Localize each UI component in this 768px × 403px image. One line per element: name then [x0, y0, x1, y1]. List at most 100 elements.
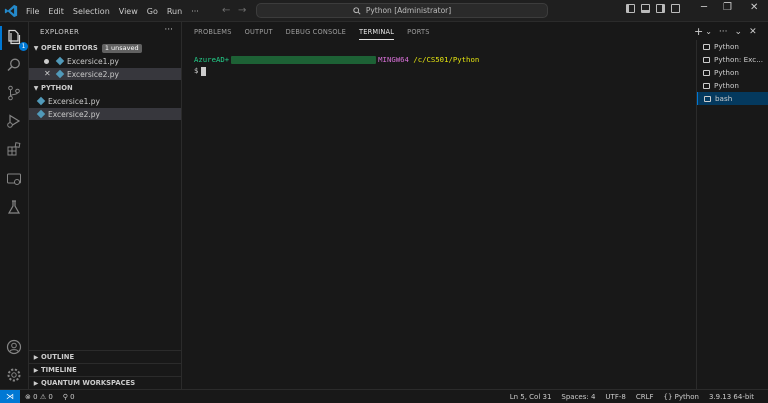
files-icon[interactable]: 1: [5, 28, 28, 51]
python-interpreter[interactable]: 3.9.13 64-bit: [709, 393, 754, 401]
search-icon: [353, 6, 361, 15]
sidebar-title: EXPLORER: [40, 28, 80, 36]
language-mode[interactable]: {} Python: [664, 393, 699, 401]
close-panel-icon[interactable]: ✕: [749, 27, 757, 37]
file-tree-item[interactable]: Excersice1.py: [29, 95, 181, 107]
warning-icon: ⚠: [39, 392, 47, 401]
terminal-path: /c/CS501/Python: [413, 55, 480, 64]
terminal-panel: PROBLEMS OUTPUT DEBUG CONSOLE TERMINAL P…: [182, 22, 768, 389]
new-terminal-plus-icon[interactable]: +: [694, 25, 703, 38]
ports-status[interactable]: ⚲ 0: [63, 393, 75, 401]
python-file-icon: [55, 69, 65, 79]
forward-arrow-icon[interactable]: →: [238, 5, 246, 17]
terminal-list-item[interactable]: Python: [697, 40, 768, 53]
tab-problems[interactable]: PROBLEMS: [194, 22, 232, 42]
toggle-panel-icon[interactable]: [641, 4, 650, 13]
toggle-sidebar-icon[interactable]: [626, 4, 635, 13]
explorer-sidebar: EXPLORER ··· ▼ OPEN EDITORS 1 unsaved Ex…: [29, 22, 182, 389]
customize-layout-icon[interactable]: [671, 4, 680, 13]
file-tree-item-selected[interactable]: Excersice2.py: [29, 108, 181, 120]
ports-icon: ⚲: [62, 392, 68, 401]
folder-label: PYTHON: [41, 84, 73, 92]
source-control-icon[interactable]: [5, 84, 23, 102]
chevron-right-icon: ▶: [33, 353, 39, 361]
remote-indicator-icon[interactable]: ⋊: [0, 390, 20, 403]
quantum-workspaces-section[interactable]: ▶ QUANTUM WORKSPACES: [29, 376, 181, 389]
terminal-icon: [703, 56, 710, 63]
minimize-icon[interactable]: ─: [701, 2, 707, 13]
command-center[interactable]: Python [Administrator]: [256, 3, 548, 18]
settings-gear-icon[interactable]: [5, 366, 23, 384]
close-window-icon[interactable]: ✕: [750, 2, 758, 13]
terminal-list-item-selected[interactable]: bash: [697, 92, 768, 105]
vscode-logo-icon[interactable]: [4, 4, 18, 18]
open-editors-label: OPEN EDITORS: [41, 44, 98, 52]
run-debug-icon[interactable]: [5, 112, 23, 130]
terminal-list-item[interactable]: Python: [697, 79, 768, 92]
open-editor-item[interactable]: Excersice1.py: [29, 55, 181, 67]
python-file-icon: [36, 109, 46, 119]
encoding[interactable]: UTF-8: [605, 393, 625, 401]
menu-bar: File Edit Selection View Go Run ···: [26, 0, 199, 22]
terminal-list-item[interactable]: Python: Exc...: [697, 53, 768, 66]
activity-bar: 1: [0, 22, 29, 389]
terminal-list-label: bash: [715, 94, 733, 103]
error-icon: ⊗: [25, 392, 31, 401]
terminal-cursor: [201, 66, 207, 76]
open-editors-section[interactable]: ▼ OPEN EDITORS 1 unsaved: [29, 42, 181, 54]
terminal-prompt-symbol: $: [194, 66, 199, 75]
menu-view[interactable]: View: [119, 5, 138, 18]
status-bar: ⋊ ⊗ 0 ⚠ 0 ⚲ 0 Ln 5, Col 31 Spaces: 4 UTF…: [0, 389, 768, 403]
timeline-section[interactable]: ▶ TIMELINE: [29, 363, 181, 376]
tab-ports[interactable]: PORTS: [407, 22, 429, 42]
panel-more-icon[interactable]: ···: [719, 27, 728, 37]
chevron-right-icon: ▶: [33, 379, 39, 387]
back-arrow-icon[interactable]: ←: [222, 5, 230, 17]
chevron-down-icon: ▼: [33, 44, 39, 52]
quantum-workspaces-label: QUANTUM WORKSPACES: [41, 379, 136, 387]
toggle-secondary-sidebar-icon[interactable]: [656, 4, 665, 13]
menu-selection[interactable]: Selection: [73, 5, 110, 18]
end-of-line[interactable]: CRLF: [636, 393, 654, 401]
testing-icon[interactable]: [5, 198, 23, 216]
terminal-list-label: Python: [714, 68, 739, 77]
open-editor-item-selected[interactable]: ✕ Excersice2.py: [29, 68, 181, 80]
tab-terminal[interactable]: TERMINAL: [359, 22, 395, 42]
python-folder-section[interactable]: ▼ PYTHON: [29, 82, 181, 94]
tab-debug-console[interactable]: DEBUG CONSOLE: [286, 22, 346, 42]
terminal-list-item[interactable]: Python: [697, 66, 768, 79]
terminal-user: AzureAD+: [194, 55, 230, 64]
menu-edit[interactable]: Edit: [48, 5, 64, 18]
remote-explorer-icon[interactable]: [5, 170, 23, 188]
menu-more[interactable]: ···: [191, 5, 199, 18]
panel-actions: + ⌄ ··· ⌄ ✕: [694, 25, 757, 38]
explorer-badge: 1: [19, 42, 28, 51]
unsaved-dot-icon[interactable]: [44, 58, 49, 64]
terminal-icon: [703, 43, 710, 50]
restore-icon[interactable]: ❐: [723, 2, 732, 13]
problems-status[interactable]: ⊗ 0 ⚠ 0: [25, 393, 53, 401]
terminal-dropdown-icon[interactable]: ⌄: [705, 27, 712, 36]
cursor-position[interactable]: Ln 5, Col 31: [510, 393, 552, 401]
open-editor-label: Excersice1.py: [67, 56, 119, 66]
chevron-down-icon[interactable]: ⌄: [735, 27, 743, 37]
menu-go[interactable]: Go: [147, 5, 158, 18]
terminal-host: MINGW64: [378, 55, 409, 64]
sidebar-more-button[interactable]: ···: [164, 25, 173, 35]
terminal-output[interactable]: AzureAD+ MINGW64 /c/CS501/Python $: [194, 54, 479, 76]
tab-output[interactable]: OUTPUT: [245, 22, 273, 42]
indentation[interactable]: Spaces: 4: [561, 393, 595, 401]
account-icon[interactable]: [5, 338, 23, 356]
close-editor-icon[interactable]: ✕: [44, 70, 51, 78]
terminal-list: Python Python: Exc... Python Python bash: [696, 40, 768, 389]
extensions-icon[interactable]: [5, 140, 23, 158]
unsaved-badge: 1 unsaved: [101, 43, 142, 53]
outline-label: OUTLINE: [41, 353, 75, 361]
outline-section[interactable]: ▶ OUTLINE: [29, 350, 181, 363]
menu-file[interactable]: File: [26, 5, 39, 18]
terminal-list-label: Python: [714, 42, 739, 51]
open-editor-label: Excersice2.py: [67, 69, 119, 79]
menu-run[interactable]: Run: [167, 5, 182, 18]
python-file-icon: [55, 56, 65, 66]
search-icon[interactable]: [5, 56, 23, 74]
